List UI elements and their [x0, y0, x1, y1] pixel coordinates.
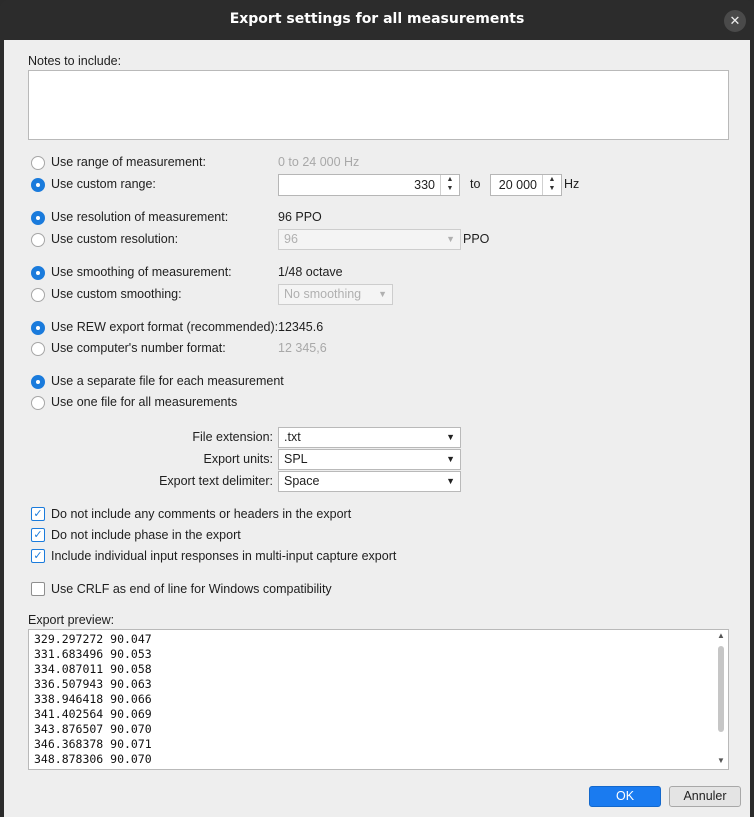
chevron-down-icon: ▼ [446, 476, 455, 486]
files-one-radio[interactable] [31, 396, 45, 410]
preview-text: 329.297272 90.047 331.683496 90.053 334.… [34, 632, 152, 767]
resolution-unit: PPO [463, 232, 490, 246]
close-icon: ✕ [729, 13, 741, 28]
preview-line: 336.507943 90.063 [34, 677, 152, 691]
preview-scrollbar[interactable]: ▲ ▼ [714, 630, 728, 769]
chevron-down-icon: ▼ [446, 454, 455, 464]
ok-button[interactable]: OK [589, 786, 661, 807]
resolution-measurement-label: Use resolution of measurement: [51, 210, 229, 224]
range-custom-radio[interactable] [31, 178, 45, 192]
file-extension-label: File extension: [192, 430, 273, 444]
preview-line: 331.683496 90.053 [34, 647, 152, 661]
resolution-custom-select[interactable]: 96 ▼ [278, 229, 461, 250]
no-phase-label: Do not include phase in the export [51, 528, 241, 542]
range-to-label: to [470, 177, 481, 191]
smoothing-custom-select[interactable]: No smoothing ▼ [278, 284, 393, 305]
range-to-value: 20 000 [498, 178, 537, 192]
range-measurement-radio[interactable] [31, 156, 45, 170]
preview-label: Export preview: [28, 613, 115, 627]
smoothing-measurement-radio[interactable] [31, 266, 45, 280]
checkmark-icon: ✓ [33, 529, 43, 541]
smoothing-custom-label: Use custom smoothing: [51, 287, 182, 301]
scroll-down-arrow-icon[interactable]: ▼ [714, 756, 728, 768]
no-comments-checkbox[interactable]: ✓ [31, 507, 45, 521]
format-computer-radio[interactable] [31, 342, 45, 356]
title-bar: Export settings for all measurements ✕ [0, 0, 754, 40]
window-title: Export settings for all measurements [229, 11, 525, 27]
format-computer-label: Use computer's number format: [51, 341, 226, 355]
preview-line: 341.402564 90.069 [34, 707, 152, 721]
scroll-up-arrow-icon[interactable]: ▲ [714, 631, 728, 643]
individual-responses-label: Include individual input responses in mu… [51, 549, 397, 563]
range-from-value: 330 [414, 178, 435, 192]
no-comments-label: Do not include any comments or headers i… [51, 507, 352, 521]
range-unit: Hz [564, 177, 580, 191]
resolution-measurement-value: 96 PPO [278, 210, 322, 224]
resolution-custom-label: Use custom resolution: [51, 232, 179, 246]
checkmark-icon: ✓ [33, 550, 43, 562]
resolution-custom-value: 96 [284, 232, 298, 246]
smoothing-custom-radio[interactable] [31, 288, 45, 302]
file-extension-select[interactable]: .txt ▼ [278, 427, 461, 448]
resolution-custom-radio[interactable] [31, 233, 45, 247]
format-computer-example: 12 345,6 [278, 341, 327, 355]
spinner-arrows-icon[interactable]: ▲ ▼ [440, 175, 459, 195]
files-separate-radio[interactable] [31, 375, 45, 389]
preview-line: 338.946418 90.066 [34, 692, 152, 706]
spinner-arrows-icon[interactable]: ▲ ▼ [542, 175, 561, 195]
notes-label: Notes to include: [28, 54, 122, 68]
delimiter-value: Space [284, 474, 320, 488]
range-measurement-value: 0 to 24 000 Hz [278, 155, 360, 169]
individual-responses-checkbox[interactable]: ✓ [31, 549, 45, 563]
preview-line: 334.087011 90.058 [34, 662, 152, 676]
close-button[interactable]: ✕ [724, 10, 746, 32]
delimiter-select[interactable]: Space ▼ [278, 471, 461, 492]
export-units-value: SPL [284, 452, 308, 466]
chevron-down-icon: ▼ [378, 289, 387, 299]
export-units-select[interactable]: SPL ▼ [278, 449, 461, 470]
cancel-button[interactable]: Annuler [669, 786, 741, 807]
range-from-spinner[interactable]: 330 ▲ ▼ [278, 174, 460, 196]
format-rew-example: 12345.6 [278, 320, 324, 334]
crlf-checkbox[interactable] [31, 582, 45, 596]
export-preview-area[interactable]: 329.297272 90.047 331.683496 90.053 334.… [28, 629, 729, 770]
files-separate-label: Use a separate file for each measurement [51, 374, 284, 388]
smoothing-custom-value: No smoothing [284, 287, 362, 301]
crlf-label: Use CRLF as end of line for Windows comp… [51, 582, 332, 596]
range-custom-label: Use custom range: [51, 177, 156, 191]
format-rew-label: Use REW export format (recommended): [51, 320, 279, 334]
range-measurement-label: Use range of measurement: [51, 155, 206, 169]
smoothing-measurement-value: 1/48 octave [278, 265, 343, 279]
files-one-label: Use one file for all measurements [51, 395, 238, 409]
preview-line: 343.876507 90.070 [34, 722, 152, 736]
checkmark-icon: ✓ [33, 508, 43, 520]
range-to-spinner[interactable]: 20 000 ▲ ▼ [490, 174, 562, 196]
format-rew-radio[interactable] [31, 321, 45, 335]
chevron-down-icon: ▼ [446, 432, 455, 442]
export-settings-dialog: Notes to include: Use range of measureme… [4, 40, 750, 817]
delimiter-label: Export text delimiter: [159, 474, 273, 488]
preview-line: 329.297272 90.047 [34, 632, 152, 646]
chevron-down-icon: ▼ [446, 234, 455, 244]
file-extension-value: .txt [284, 430, 301, 444]
export-units-label: Export units: [203, 452, 273, 466]
preview-line: 348.878306 90.070 [34, 752, 152, 766]
no-phase-checkbox[interactable]: ✓ [31, 528, 45, 542]
smoothing-measurement-label: Use smoothing of measurement: [51, 265, 232, 279]
scroll-thumb[interactable] [718, 646, 724, 732]
resolution-measurement-radio[interactable] [31, 211, 45, 225]
notes-textarea[interactable] [28, 70, 729, 140]
preview-line: 346.368378 90.071 [34, 737, 152, 751]
